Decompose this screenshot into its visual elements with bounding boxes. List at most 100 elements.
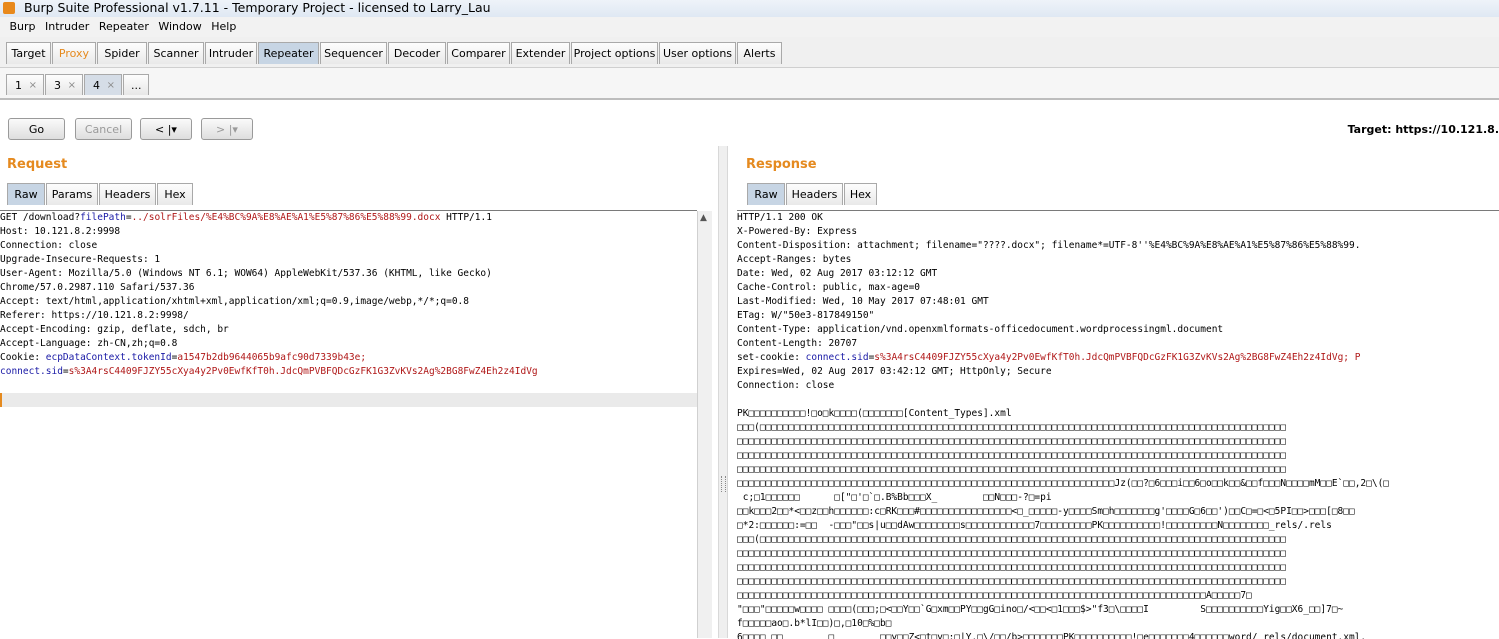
line-text: X-Powered-By: Express [737,226,858,237]
close-icon[interactable]: × [29,75,37,96]
editor-line: Date: Wed, 02 Aug 2017 03:12:12 GMT [737,267,1499,281]
forward-button[interactable]: > |▾ [201,118,253,140]
line-text: □□□□□□□□□□□□□□□□□□□□□□□□□□□□□□□□□□□□□□□□… [737,450,1287,461]
burp-logo-icon [3,2,15,14]
close-icon[interactable]: × [68,75,76,96]
request-tab-headers[interactable]: Headers [99,183,156,205]
menu-burp[interactable]: Burp [7,17,39,37]
request-tab-raw[interactable]: Raw [7,183,45,205]
response-editor[interactable]: HTTP/1.1 200 OK X-Powered-By: Express Cont… [737,210,1499,639]
editor-line: Accept-Ranges: bytes [737,253,1499,267]
menu-repeater[interactable]: Repeater [96,17,152,37]
line-text: Referer: https://10.121.8.2:9998/ [0,310,189,321]
repeater-tab-4[interactable]: 4 × [84,74,122,95]
tab-target[interactable]: Target [6,42,51,64]
request-title: Request [7,157,68,172]
tab-intruder[interactable]: Intruder [205,42,257,64]
editor-line: Chrome/57.0.2987.110 Safari/537.36 [0,281,697,295]
repeater-tab-1[interactable]: 1 × [6,74,44,95]
line-text: Cache-Control: public, max-age=0 [737,282,921,293]
request-tab-hex[interactable]: Hex [157,183,193,205]
repeater-tab-3[interactable]: 3 × [45,74,83,95]
line-text: set-cookie: [737,352,806,363]
tab-extender[interactable]: Extender [511,42,570,64]
cursor-line[interactable] [0,393,697,407]
editor-line: Upgrade-Insecure-Requests: 1 [0,253,697,267]
editor-line: □*2:□□□□□□:=□□ -□□□"□□s|u□□dAw□□□□□□□□s□… [737,519,1499,533]
menu-help[interactable]: Help [208,17,239,37]
editor-line: ETag: W/"50e3-817849150" [737,309,1499,323]
close-icon[interactable]: × [107,75,115,96]
line-text: User-Agent: Mozilla/5.0 (Windows NT 6.1;… [0,268,492,279]
editor-line: □□□□□□□□□□□□□□□□□□□□□□□□□□□□□□□□□□□□□□□□… [737,435,1499,449]
line-text: Content-Length: 20707 [737,338,858,349]
line-text: Cookie: [0,352,46,363]
editor-line: set-cookie: connect.sid=s%3A4rsC4409FJZY… [737,351,1499,365]
request-tab-params[interactable]: Params [46,183,98,205]
menu-window[interactable]: Window [155,17,204,37]
tab-alerts[interactable]: Alerts [737,42,782,64]
repeater-tab-label: 3 [54,79,61,92]
tab-sequencer[interactable]: Sequencer [320,42,387,64]
param-name: connect.sid [805,352,869,363]
menu-intruder[interactable]: Intruder [42,17,92,37]
scroll-up-icon[interactable]: ▲ [700,213,707,223]
editor-line: Content-Type: application/vnd.openxmlfor… [737,323,1499,337]
line-text: □□□□□□□□□□□□□□□□□□□□□□□□□□□□□□□□□□□□□□□□… [737,562,1287,573]
response-tab-headers[interactable]: Headers [786,183,843,205]
line-text: Accept-Language: zh-CN,zh;q=0.8 [0,338,178,349]
window-title: Burp Suite Professional v1.7.11 - Tempor… [24,0,491,15]
editor-line: □□□□□□□□□□□□□□□□□□□□□□□□□□□□□□□□□□□□□□□□… [737,561,1499,575]
editor-line: □□k□□□2□□*<□□z□□h□□□□□□:c□RK□□□#□□□□□□□□… [737,505,1499,519]
divider-grip-icon[interactable] [721,476,726,492]
line-text: "□□□"□□□□□w□□□□ □□□□(□□□;□<□□Y□□`G□xm□□P… [737,604,1344,615]
editor-line: c;□1□□□□□□ □["□'□`□.B%Bb□□□X_ □□N□□□-?□=… [737,491,1499,505]
tab-comparer[interactable]: Comparer [447,42,510,64]
line-text: □*2:□□□□□□:=□□ -□□□"□□s|u□□dAw□□□□□□□□s□… [737,520,1332,531]
line-text: c;□1□□□□□□ □["□'□`□.B%Bb□□□X_ □□N□□□-?□=… [737,492,1052,503]
editor-line: "□□□"□□□□□w□□□□ □□□□(□□□;□<□□Y□□`G□xm□□P… [737,603,1499,617]
tab-proxy[interactable]: Proxy [52,42,96,64]
response-tab-hex[interactable]: Hex [844,183,877,205]
editor-line: □□□□□□□□□□□□□□□□□□□□□□□□□□□□□□□□□□□□□□□□… [737,463,1499,477]
editor-line: □□□□□□□□□□□□□□□□□□□□□□□□□□□□□□□□□□□□□□□□… [737,547,1499,561]
target-label[interactable]: Target: https://10.121.8. [1348,123,1499,136]
param-name: filePath [80,212,126,223]
tab-scanner[interactable]: Scanner [148,42,204,64]
tab-user-options[interactable]: User options [659,42,736,64]
back-button[interactable]: < |▾ [140,118,192,140]
param-value: s%3A4rsC4409FJZY55cXya4y2Pv0EwfKfT0h.Jdc… [68,366,538,377]
cancel-button[interactable]: Cancel [75,118,132,140]
tab-spider[interactable]: Spider [97,42,147,64]
line-text: HTTP/1.1 [440,212,492,223]
line-text: Connection: close [0,240,98,251]
editor-line: Host: 10.121.8.2:9998 [0,225,697,239]
request-editor[interactable]: GET /download?filePath=../solrFiles/%E4%… [0,210,697,639]
line-text: Accept-Ranges: bytes [737,254,852,265]
tab-repeater[interactable]: Repeater [258,42,319,64]
line-text: PK□□□□□□□□□□!□o□k□□□□(□□□□□□□[Content_Ty… [737,408,1012,419]
split-divider[interactable] [718,146,728,638]
param-name: connect.sid [0,366,63,377]
line-text: □□□□□□□□□□□□□□□□□□□□□□□□□□□□□□□□□□□□□□□□… [737,590,1252,601]
editor-line: Connection: close [0,239,697,253]
menu-bar: Burp Intruder Repeater Window Help [0,17,1499,37]
response-tab-raw[interactable]: Raw [747,183,785,205]
new-tab-button[interactable]: ... [123,74,149,95]
tab-project-options[interactable]: Project options [571,42,658,64]
tab-decoder[interactable]: Decoder [388,42,446,64]
go-button[interactable]: Go [8,118,65,140]
editor-line: PK□□□□□□□□□□!□o□k□□□□(□□□□□□□[Content_Ty… [737,407,1499,421]
editor-line: □□□(□□□□□□□□□□□□□□□□□□□□□□□□□□□□□□□□□□□□… [737,533,1499,547]
editor-line: Referer: https://10.121.8.2:9998/ [0,309,697,323]
line-text: □□□□□□□□□□□□□□□□□□□□□□□□□□□□□□□□□□□□□□□□… [737,436,1287,447]
editor-line: connect.sid=s%3A4rsC4409FJZY55cXya4y2Pv0… [0,365,697,379]
param-value: a1547b2db9644065b9afc90d7339b43e; [177,352,367,363]
response-title: Response [746,157,817,172]
request-scrollbar[interactable]: ▲ [697,211,712,638]
editor-line: Content-Length: 20707 [737,337,1499,351]
editor-line: Accept-Language: zh-CN,zh;q=0.8 [0,337,697,351]
line-text: □□□□□□□□□□□□□□□□□□□□□□□□□□□□□□□□□□□□□□□□… [737,548,1287,559]
